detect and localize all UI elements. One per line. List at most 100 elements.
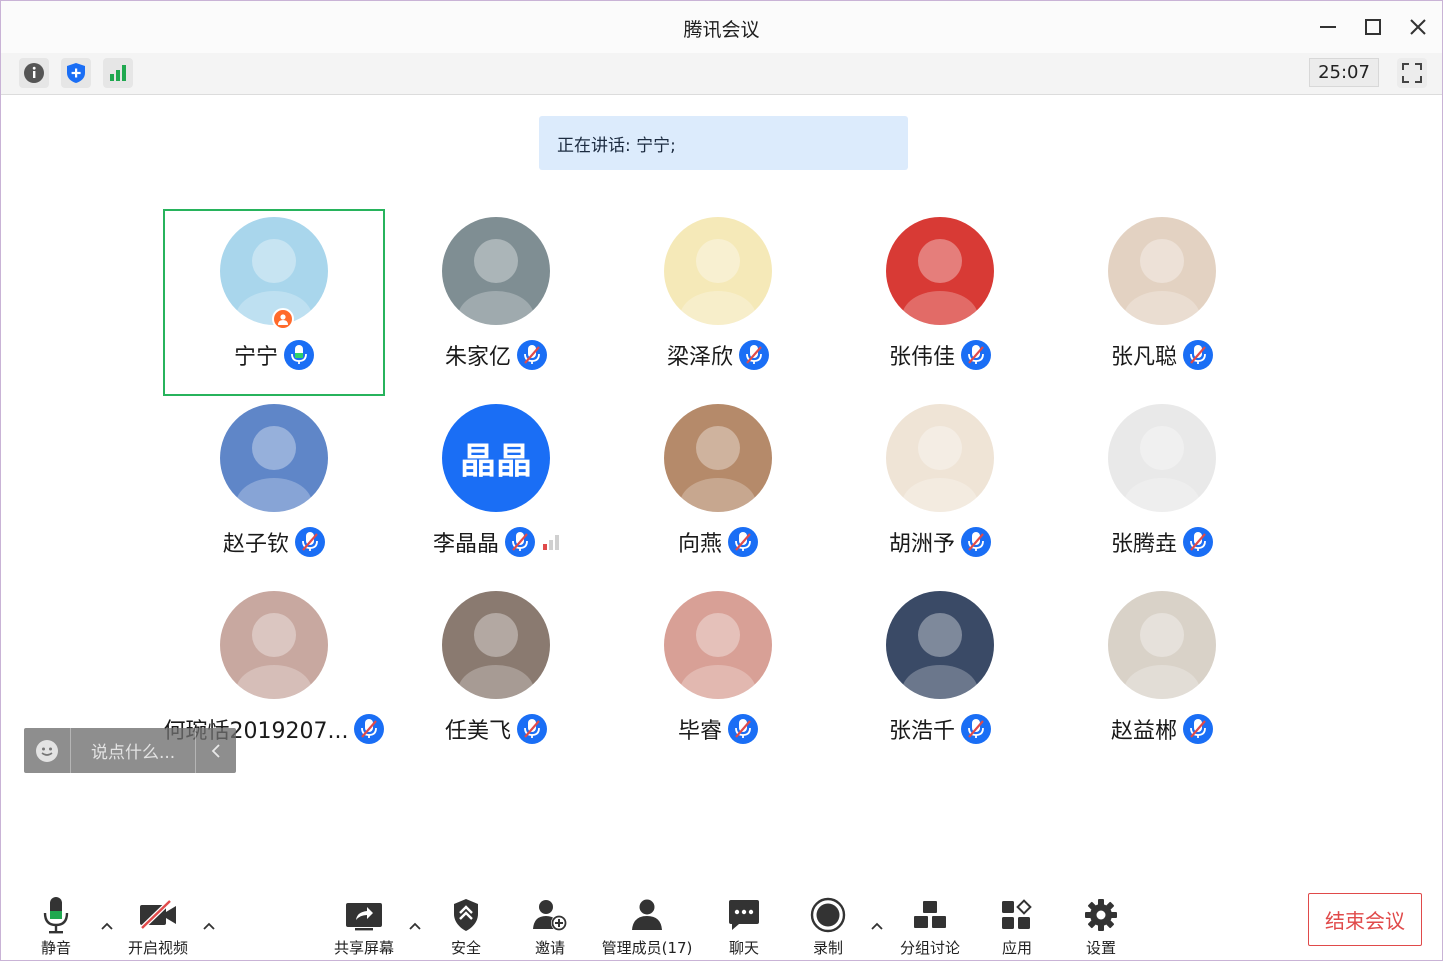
chevron-left-icon xyxy=(211,743,220,758)
minimize-icon xyxy=(1320,26,1336,28)
meeting-info-toolbar: 25:07 xyxy=(1,53,1442,95)
participant-tile[interactable]: 梁泽欣 xyxy=(607,209,829,396)
share-options-caret[interactable] xyxy=(406,919,424,933)
shield-icon xyxy=(454,899,478,931)
participant-tile[interactable]: 晶晶李晶晶 xyxy=(385,396,607,583)
participant-tile[interactable]: 赵子钦 xyxy=(163,396,385,583)
participant-name-row: 毕睿 xyxy=(607,713,829,745)
new-year-rabbit-avatar xyxy=(886,217,994,325)
participant-tile[interactable]: 向燕 xyxy=(607,396,829,583)
meeting-info-button[interactable] xyxy=(19,58,49,88)
add-user-icon xyxy=(533,900,567,931)
encryption-button[interactable] xyxy=(61,58,91,88)
participant-name-row: 胡洲予 xyxy=(829,526,1051,558)
meeting-timer: 25:07 xyxy=(1309,58,1379,87)
microphone-muted-icon xyxy=(728,527,758,557)
end-meeting-button[interactable]: 结束会议 xyxy=(1308,893,1422,946)
start-video-button[interactable]: 开启视频 xyxy=(123,895,193,959)
breakout-rooms-button[interactable]: 分组讨论 xyxy=(895,895,965,959)
microphone-muted-icon xyxy=(505,527,535,557)
apps-button[interactable]: 应用 xyxy=(992,895,1042,959)
audio-options-caret[interactable] xyxy=(98,919,116,933)
mute-label: 静音 xyxy=(40,939,71,957)
signal-bars-icon xyxy=(110,65,126,81)
little-girl-photo-avatar xyxy=(442,591,550,699)
share-screen-button[interactable]: 共享屏幕 xyxy=(329,895,399,959)
participant-tile[interactable]: 毕睿 xyxy=(607,583,829,770)
text-avatar: 晶晶 xyxy=(442,404,550,512)
members-icon xyxy=(632,899,662,930)
participant-name: 朱家亿 xyxy=(444,345,511,370)
close-icon xyxy=(1410,19,1426,35)
quick-chat-bar[interactable]: 说点什么... xyxy=(24,728,236,773)
chat-input[interactable]: 说点什么... xyxy=(71,738,195,763)
participant-name-row: 任美飞 xyxy=(385,713,607,745)
participant-name: 向燕 xyxy=(677,532,722,557)
participant-name: 张浩千 xyxy=(888,719,955,744)
chevron-up-icon xyxy=(871,922,883,930)
participant-tile[interactable]: 张浩千 xyxy=(829,583,1051,770)
participant-name: 张伟佳 xyxy=(888,345,955,370)
participant-name: 赵益郴 xyxy=(1110,719,1177,744)
participant-name: 李晶晶 xyxy=(432,532,499,557)
participant-name-row: 张腾垚 xyxy=(1051,526,1273,558)
participant-tile[interactable]: 宁宁 xyxy=(163,209,385,396)
emoji-button[interactable] xyxy=(24,728,71,773)
record-label: 录制 xyxy=(812,939,843,957)
toddler-photo-avatar xyxy=(220,591,328,699)
participant-tile[interactable]: 任美飞 xyxy=(385,583,607,770)
participant-name-row: 张伟佳 xyxy=(829,339,1051,371)
microphone-muted-icon xyxy=(728,714,758,744)
microphone-muted-icon xyxy=(961,340,991,370)
girl-cartoon-avatar xyxy=(220,217,328,325)
participant-tile[interactable]: 张凡聪 xyxy=(1051,209,1273,396)
collapse-chat-button[interactable] xyxy=(195,728,236,773)
microphone-muted-icon xyxy=(1183,714,1213,744)
participant-name-row: 宁宁 xyxy=(165,339,383,371)
pig-sketch-avatar xyxy=(886,404,994,512)
participant-tile[interactable]: 朱家亿 xyxy=(385,209,607,396)
chevron-up-icon xyxy=(203,922,215,930)
minimize-button[interactable] xyxy=(1313,13,1343,41)
network-status-button[interactable] xyxy=(103,58,133,88)
shield-icon xyxy=(67,63,85,83)
emoji-icon xyxy=(36,739,58,762)
microphone-muted-icon xyxy=(354,714,385,744)
avatar-initials: 晶晶 xyxy=(459,441,532,482)
security-label: 安全 xyxy=(450,939,481,957)
participant-tile[interactable]: 赵益郴 xyxy=(1051,583,1273,770)
title-bar: 腾讯会议 xyxy=(1,1,1442,54)
participant-name-row: 张浩千 xyxy=(829,713,1051,745)
participant-tile[interactable]: 张伟佳 xyxy=(829,209,1051,396)
settings-button[interactable]: 设置 xyxy=(1076,895,1126,959)
chat-button[interactable]: 聊天 xyxy=(719,895,769,959)
close-button[interactable] xyxy=(1403,13,1433,41)
mute-button[interactable]: 静音 xyxy=(31,895,81,959)
video-off-icon xyxy=(140,899,176,930)
participant-tile[interactable]: 张腾垚 xyxy=(1051,396,1273,583)
fullscreen-icon xyxy=(1402,63,1422,83)
participant-name-row: 向燕 xyxy=(607,526,829,558)
apps-label: 应用 xyxy=(1001,939,1032,957)
smiling-girl-photo-avatar xyxy=(664,404,772,512)
record-options-caret[interactable] xyxy=(868,919,886,933)
record-button[interactable]: 录制 xyxy=(803,895,853,959)
participant-tile[interactable]: 胡洲予 xyxy=(829,396,1051,583)
puppy-photo-avatar xyxy=(1108,217,1216,325)
chevron-up-icon xyxy=(409,922,421,930)
speaking-indicator: 正在讲话: 宁宁; xyxy=(539,116,908,170)
video-options-caret[interactable] xyxy=(200,919,218,933)
fullscreen-button[interactable] xyxy=(1397,58,1427,88)
record-icon xyxy=(810,897,846,933)
invite-button[interactable]: 邀请 xyxy=(525,895,575,959)
manage-members-button[interactable]: 管理成员(17) xyxy=(597,895,697,959)
microphone-muted-icon xyxy=(1183,527,1213,557)
sky-tree-photo-avatar xyxy=(220,404,328,512)
maximize-button[interactable] xyxy=(1358,13,1388,41)
participant-name: 梁泽欣 xyxy=(666,345,733,370)
participant-name-row: 李晶晶 xyxy=(385,526,607,558)
participant-name: 宁宁 xyxy=(233,345,278,370)
breakout-rooms-icon xyxy=(914,901,946,928)
participant-name-row: 赵子钦 xyxy=(163,526,385,558)
security-button[interactable]: 安全 xyxy=(441,895,491,959)
